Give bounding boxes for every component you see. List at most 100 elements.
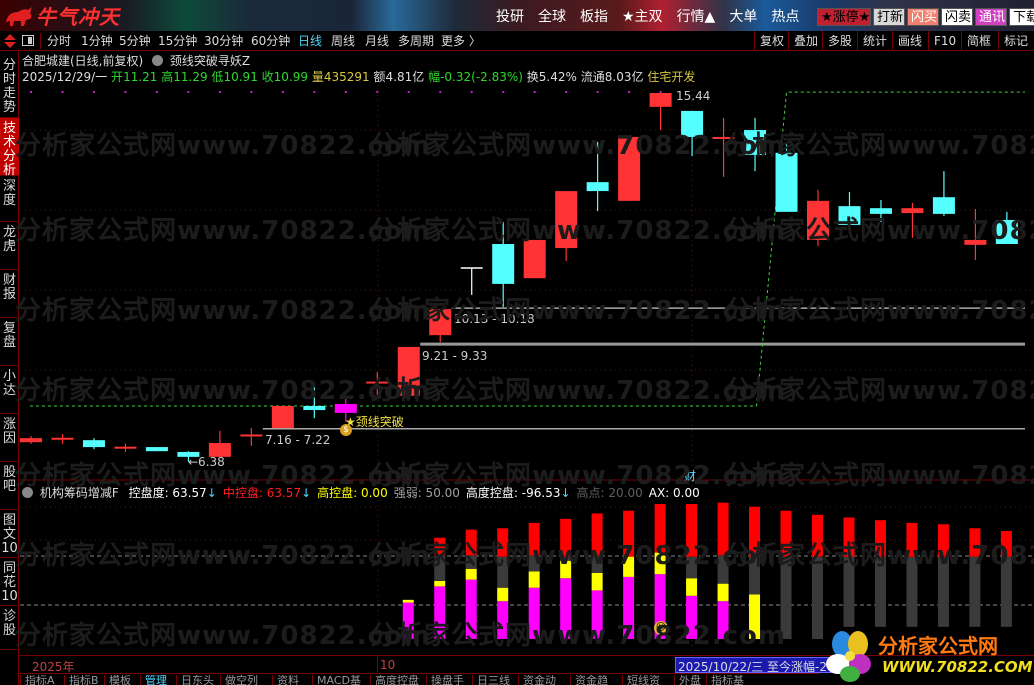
- bottom-tab[interactable]: 资料: [272, 675, 312, 685]
- top-nav-item[interactable]: 板指: [580, 6, 608, 26]
- watermark: 分析家公式网www.70822.com: [725, 376, 1034, 406]
- period-tab[interactable]: 多周期: [398, 31, 434, 51]
- period-tab[interactable]: 5分钟: [119, 31, 151, 51]
- bottom-tab[interactable]: 指标B: [64, 675, 104, 685]
- tool-button[interactable]: 简框: [961, 31, 996, 51]
- signal-dot: [92, 91, 95, 93]
- bottom-tab[interactable]: 外盘: [674, 675, 706, 685]
- watermark: 分析家公式网www.70822.com: [725, 541, 1034, 571]
- breakout-signal: ★颈线突破: [345, 415, 404, 429]
- indicator-bar-yellow: [591, 572, 603, 591]
- watermark: 分析家公式网www.70822.com: [370, 376, 786, 406]
- divider: [20, 673, 820, 674]
- top-nav-item[interactable]: ★主双: [622, 6, 663, 26]
- tool-button[interactable]: 叠加: [788, 31, 823, 51]
- quote-date: 2025/12/29/一: [22, 70, 108, 84]
- watermark: 分析家公式网www.70822.com: [370, 216, 786, 246]
- logo-text: 牛气冲天: [36, 5, 120, 29]
- top-nav-item[interactable]: 投研: [496, 6, 524, 26]
- axis-month: 10: [380, 658, 396, 672]
- period-tab[interactable]: 更多 〉: [441, 31, 481, 51]
- sidebar-item[interactable]: 分时走势: [0, 55, 19, 118]
- quick-button[interactable]: 下载: [1009, 8, 1034, 26]
- signal-dot: [659, 91, 662, 93]
- flower-icon: [826, 631, 871, 682]
- bottom-tab[interactable]: 高度控盘: [370, 675, 426, 685]
- formula-dropdown-icon[interactable]: [152, 55, 164, 66]
- watermark: 分析家公式网www.70822.com: [15, 296, 431, 326]
- bottom-tab[interactable]: 资金趋势: [570, 675, 622, 685]
- bottom-tab[interactable]: 模板: [104, 675, 140, 685]
- signal-dot: [596, 91, 599, 93]
- top-nav-item[interactable]: 热点: [771, 6, 799, 26]
- indicator-bar-yellow: [497, 587, 509, 602]
- watermark: 分析家公式网www.70822.com: [15, 621, 431, 651]
- bottom-tab[interactable]: 操盘手: [426, 675, 472, 685]
- bottom-tab[interactable]: 日三线: [472, 675, 518, 685]
- formula-name[interactable]: 颈线突破寻妖Z: [170, 54, 250, 68]
- period-tab[interactable]: 30分钟: [204, 31, 243, 51]
- high-value: 11.29: [173, 70, 208, 84]
- tool-button[interactable]: F10: [928, 31, 961, 51]
- period-tab[interactable]: 月线: [365, 31, 389, 51]
- quote-row: 2025/12/29/一 开11.21 高11.29 低10.91 收10.99…: [22, 68, 695, 85]
- period-tab[interactable]: 60分钟: [251, 31, 290, 51]
- low-value: 10.91: [223, 70, 258, 84]
- bottom-tab[interactable]: 资金动能: [518, 675, 570, 685]
- candle-body: [271, 405, 294, 428]
- turnover: 换5.42%: [526, 70, 577, 84]
- tool-button[interactable]: 统计: [857, 31, 892, 51]
- watermark: 分析家公式网www.70822.com: [725, 131, 1034, 161]
- panel-toggle-icon[interactable]: [22, 35, 34, 46]
- indicator-bar-yellow: [717, 583, 729, 602]
- vol-label: 量: [311, 70, 324, 84]
- candle-body: [51, 437, 74, 440]
- bottom-tab[interactable]: 短线资金: [622, 675, 674, 685]
- candle-body: [240, 434, 263, 437]
- kline-chart[interactable]: [0, 0, 1034, 685]
- bottom-tab[interactable]: 日东头: [176, 675, 220, 685]
- watermark: 分析家公式网www.70822.com: [370, 541, 786, 571]
- stock-title-row: 合肥城建(日线,前复权) 颈线突破寻妖Z: [22, 52, 250, 69]
- tool-button[interactable]: 多股: [822, 31, 857, 51]
- app-logo: 牛气冲天: [4, 2, 120, 29]
- signal-dot: [407, 91, 410, 93]
- chg-value: -0.32(-2.83%): [440, 70, 523, 84]
- signal-dot: [376, 91, 379, 93]
- close-label: 收: [261, 70, 274, 84]
- candle-body: [114, 446, 137, 449]
- open-value: 11.21: [123, 70, 158, 84]
- quick-button[interactable]: 闪卖: [941, 8, 973, 26]
- bottom-tab[interactable]: 指标A: [20, 675, 64, 685]
- quick-button[interactable]: 打新: [873, 8, 905, 26]
- tool-button[interactable]: 标记: [998, 31, 1033, 51]
- bottom-tab[interactable]: MACD基本: [312, 675, 370, 685]
- period-tab[interactable]: 分时: [47, 31, 71, 51]
- top-nav-item[interactable]: 行情▲: [677, 6, 716, 26]
- bottom-tab[interactable]: 做空列: [220, 675, 272, 685]
- scroll-updown-icon[interactable]: [2, 33, 18, 49]
- bottom-tab[interactable]: 管理: [140, 675, 176, 685]
- quick-button[interactable]: 闪买: [907, 8, 939, 26]
- tool-button[interactable]: 画线: [892, 31, 927, 51]
- bottom-tab[interactable]: 指标基础: [706, 675, 756, 685]
- sector-link[interactable]: 住宅开发: [647, 70, 695, 84]
- quick-button[interactable]: ★涨停★: [817, 8, 871, 26]
- watermark: 分析家公式网www.70822.com: [725, 461, 1034, 491]
- period-tab[interactable]: 1分钟: [81, 31, 113, 51]
- tool-button[interactable]: 复权: [754, 31, 789, 51]
- top-nav-item[interactable]: 大单: [729, 6, 757, 26]
- quick-button[interactable]: 通讯: [975, 8, 1007, 26]
- indicator-bar-yellow: [434, 580, 446, 587]
- signal-dot: [439, 91, 442, 93]
- brand-logo: 分析家公式网 WWW.70822.COM: [822, 624, 1034, 685]
- watermark: 分析家公式网www.70822.com: [725, 296, 1034, 326]
- top-nav-item[interactable]: 全球: [538, 6, 566, 26]
- candle-body: [649, 93, 672, 107]
- chg-label: 幅: [428, 70, 441, 84]
- period-tab[interactable]: 15分钟: [158, 31, 197, 51]
- open-label: 开: [111, 70, 124, 84]
- period-tab[interactable]: 周线: [331, 31, 355, 51]
- indicator-bar-yellow: [402, 599, 414, 603]
- period-tab[interactable]: 日线: [298, 31, 322, 51]
